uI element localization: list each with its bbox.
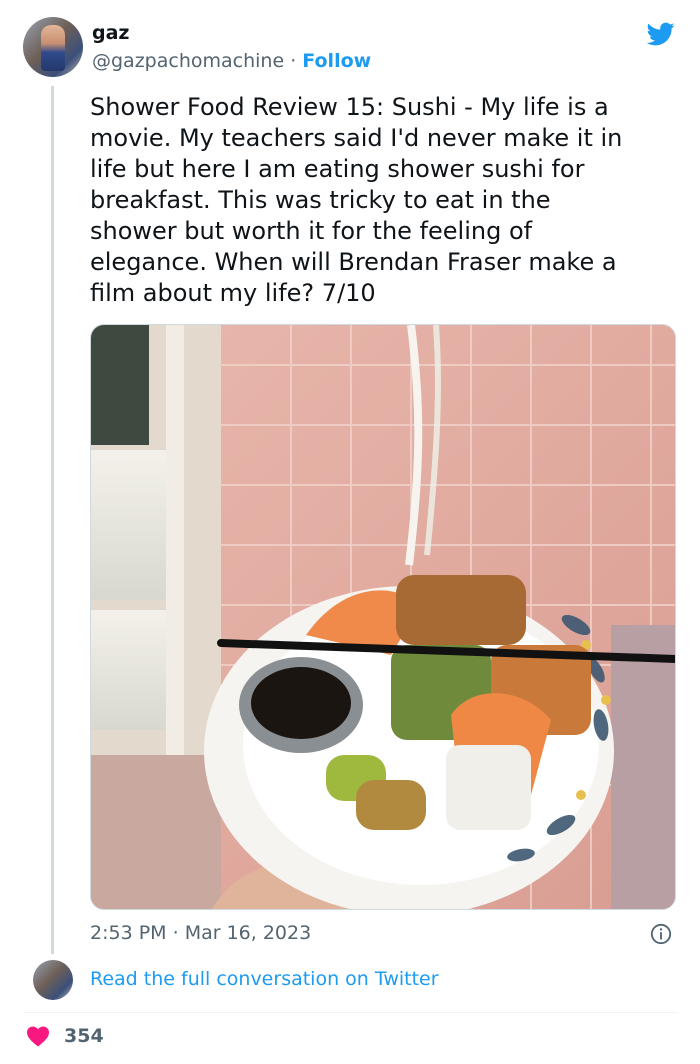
tweet-timestamp[interactable]: 2:53 PM · Mar 16, 2023 <box>90 922 311 944</box>
like-count[interactable]: 354 <box>64 1025 104 1047</box>
divider <box>23 1012 677 1013</box>
read-conversation-link[interactable]: Read the full conversation on Twitter <box>90 968 439 990</box>
thread-line <box>51 86 54 954</box>
tweet-time: 2:53 PM <box>90 922 167 944</box>
heart-icon[interactable] <box>26 1025 50 1047</box>
follow-button[interactable]: Follow <box>302 50 371 72</box>
tweet-card: gaz @gazpachomachine · Follow Shower Foo… <box>0 0 700 1064</box>
tweet-text: Shower Food Review 15: Sushi - My life i… <box>90 93 623 307</box>
tweet-date: Mar 16, 2023 <box>184 922 312 944</box>
author-name[interactable]: gaz <box>92 22 129 44</box>
twitter-bird-icon[interactable] <box>645 20 677 48</box>
handle-separator: · <box>290 50 297 72</box>
conversation-avatar[interactable] <box>33 960 73 1000</box>
info-icon[interactable] <box>650 923 672 945</box>
tweet-photo[interactable] <box>90 324 676 910</box>
author-handle[interactable]: @gazpachomachine <box>92 50 284 72</box>
avatar[interactable] <box>23 17 83 77</box>
timestamp-separator: · <box>172 922 179 944</box>
author-handle-row: @gazpachomachine · Follow <box>92 50 371 72</box>
sushi-photo-illustration <box>91 325 675 909</box>
